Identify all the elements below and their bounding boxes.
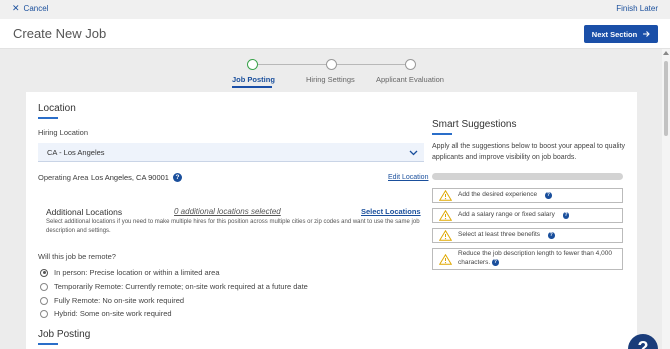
radio-option-fully-remote[interactable]: Fully Remote: No on-site work required: [40, 296, 184, 305]
scroll-up-arrow-icon[interactable]: [663, 51, 669, 55]
warning-icon: [439, 210, 452, 221]
page-scrollbar[interactable]: [662, 49, 670, 349]
edit-location-link[interactable]: Edit Location: [388, 174, 428, 181]
radio-option-in-person[interactable]: In person: Precise location or within a …: [40, 268, 220, 277]
help-icon[interactable]: ?: [545, 192, 552, 199]
cancel-label: Cancel: [23, 4, 49, 13]
arrow-right-icon: [643, 31, 650, 37]
hiring-location-select[interactable]: CA - Los Angeles: [38, 143, 424, 162]
suggestion-label: Add the desired experience: [458, 191, 538, 199]
remote-question: Will this job be remote?: [38, 252, 116, 261]
help-icon[interactable]: ?: [173, 173, 182, 182]
help-icon[interactable]: ?: [548, 232, 555, 239]
help-icon[interactable]: ?: [562, 212, 570, 219]
operating-area-label: Operating Area: [38, 173, 89, 182]
suggestion-label: Reduce the job description length to few…: [458, 250, 612, 266]
next-section-button[interactable]: Next Section: [584, 25, 658, 43]
suggestion-item[interactable]: Reduce the job description length to few…: [432, 248, 623, 270]
step-dot-hiring-settings[interactable]: [326, 59, 337, 70]
suggestion-label: Select at least three benefits: [458, 231, 541, 239]
suggestions-progress-bar: [432, 173, 623, 180]
step-label-applicant-evaluation[interactable]: Applicant Evaluation: [376, 75, 444, 84]
radio-button[interactable]: [40, 282, 48, 291]
hiring-location-label: Hiring Location: [38, 128, 89, 137]
radio-button[interactable]: [40, 309, 48, 318]
step-dot-applicant-evaluation[interactable]: [405, 59, 416, 70]
radio-button[interactable]: [40, 296, 48, 305]
radio-option-temporarily-remote[interactable]: Temporarily Remote: Currently remote; on…: [40, 282, 308, 291]
radio-button[interactable]: [40, 268, 48, 277]
radio-label: Temporarily Remote: Currently remote; on…: [54, 282, 308, 291]
radio-label: Hybrid: Some on-site work required: [54, 309, 172, 318]
section-title-underline: [38, 343, 58, 345]
section-title-underline: [38, 117, 58, 119]
step-label-hiring-settings[interactable]: Hiring Settings: [306, 75, 355, 84]
next-section-label: Next Section: [591, 29, 638, 39]
help-icon[interactable]: ?: [492, 259, 499, 266]
active-step-underline: [232, 86, 272, 88]
radio-label: Fully Remote: No on-site work required: [54, 296, 185, 305]
progress-stepper: Job Posting Hiring Settings Applicant Ev…: [0, 56, 660, 88]
radio-label: In person: Precise location or within a …: [54, 268, 220, 277]
step-label-job-posting[interactable]: Job Posting: [232, 75, 275, 84]
additional-locations-count: 0 additional locations selected: [174, 207, 281, 216]
hiring-location-value: CA - Los Angeles: [47, 147, 105, 157]
suggestion-item[interactable]: Select at least three benefits?: [432, 228, 623, 243]
step-dot-job-posting[interactable]: [247, 59, 258, 70]
step-connector: [258, 64, 326, 65]
additional-locations-title: Additional Locations: [46, 207, 123, 217]
additional-locations-description: Select additional locations if you need …: [46, 219, 420, 234]
chevron-down-icon: [409, 150, 418, 156]
smart-suggestions-description: Apply all the suggestions below to boost…: [432, 143, 626, 161]
scrollbar-thumb[interactable]: [664, 61, 668, 136]
top-bar: ✕ Cancel Finish Later: [0, 0, 670, 19]
operating-area-value: Los Angeles, CA 90001: [91, 173, 169, 182]
warning-icon: [439, 253, 452, 265]
suggestion-item[interactable]: Add the desired experience?: [432, 188, 623, 203]
job-posting-section-title: Job Posting: [38, 329, 91, 340]
close-icon: ✕: [12, 3, 20, 13]
cancel-link[interactable]: ✕ Cancel: [12, 3, 49, 14]
suggestion-item[interactable]: Add a salary range or fixed salary?: [432, 208, 623, 223]
job-form-card: Location Hiring Location CA - Los Angele…: [26, 92, 637, 349]
warning-icon: [439, 190, 452, 201]
finish-later-link[interactable]: Finish Later: [616, 4, 658, 13]
page-header: Create New Job Next Section: [0, 19, 670, 49]
location-section-title: Location: [38, 103, 76, 114]
smart-suggestions-title: Smart Suggestions: [432, 119, 517, 130]
radio-option-hybrid[interactable]: Hybrid: Some on-site work required: [40, 309, 172, 318]
warning-icon: [439, 230, 452, 241]
page-title: Create New Job: [13, 26, 107, 41]
select-locations-link[interactable]: Select Locations: [361, 207, 421, 216]
step-connector: [337, 64, 405, 65]
section-title-underline: [432, 133, 452, 135]
suggestion-label: Add a salary range or fixed salary: [458, 211, 555, 219]
